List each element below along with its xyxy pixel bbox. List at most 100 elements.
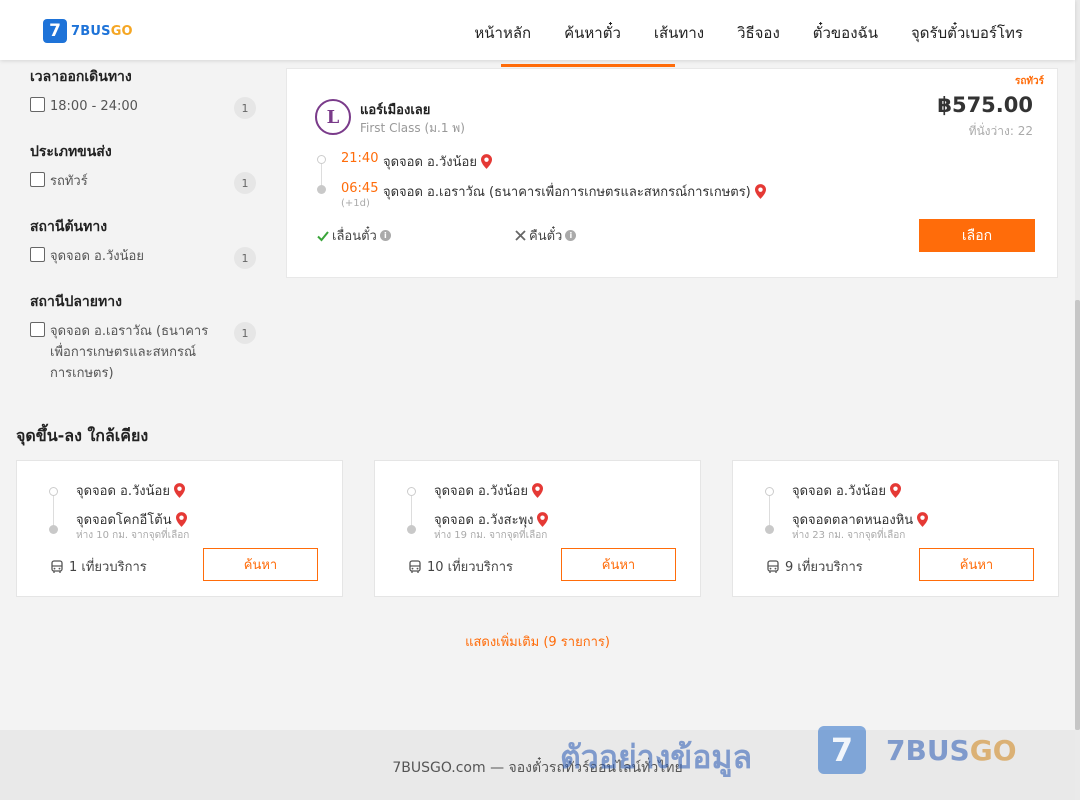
nearby-trip-count-label: 10 เที่ยวบริการ (427, 560, 513, 575)
nav-search-ticket[interactable]: ค้นหาตั๋ว (564, 21, 621, 45)
nearby-distance: ห่าง 23 กม. จากจุดที่เลือก (792, 530, 906, 541)
nearby-route-card: จุดจอด อ.วังน้อย จุดจอดตลาดหนองหิน ห่าง … (732, 460, 1059, 597)
nearby-destination-label: จุดจอดโคกอีโต้น (76, 513, 172, 528)
nearby-distance: ห่าง 19 กม. จากจุดที่เลือก (434, 530, 548, 541)
nearby-destination-label: จุดจอดตลาดหนองหิน (792, 513, 914, 528)
nearby-destination: จุดจอดโคกอีโต้น (76, 509, 187, 530)
bus-class: First Class (ม.1 พ) (360, 121, 465, 135)
origin-dot (49, 487, 58, 496)
filter-checkbox[interactable] (30, 247, 45, 262)
nearby-origin: จุดจอด อ.วังน้อย (434, 480, 543, 501)
filter-group-destination-station: สถานีปลายทาง จุดจอด อ.เอราวัณ (ธนาคารเพื… (30, 291, 256, 384)
bus-icon (767, 559, 779, 573)
nearby-origin: จุดจอด อ.วังน้อย (76, 480, 185, 501)
nearby-trip-count: 10 เที่ยวบริการ (408, 556, 513, 577)
bus-icon (409, 559, 421, 573)
nav-my-tickets[interactable]: ตั๋วของฉัน (813, 21, 878, 45)
destination-dot (407, 525, 416, 534)
count-badge: 1 (234, 97, 256, 119)
select-trip-button[interactable]: เลือก (919, 219, 1035, 252)
filter-option-label[interactable]: รถทัวร์ (50, 171, 210, 192)
filter-option[interactable]: รถทัวร์ 1 (30, 171, 256, 194)
filter-group-departure-time: เวลาออกเดินทาง 18:00 - 24:00 1 (30, 66, 256, 119)
map-pin-icon[interactable] (531, 483, 543, 498)
filter-option[interactable]: 18:00 - 24:00 1 (30, 96, 256, 119)
transport-type-tag: รถทัวร์ (1014, 76, 1044, 87)
arrival-time: 06:45 (341, 181, 379, 196)
nearby-search-button[interactable]: ค้นหา (919, 548, 1034, 581)
page-scrollbar[interactable] (1075, 0, 1080, 800)
watermark-brand-main: 7BUS (886, 734, 970, 767)
map-pin-icon[interactable] (173, 483, 185, 498)
map-pin-icon[interactable] (889, 483, 901, 498)
map-pin-icon[interactable] (537, 512, 549, 527)
nearby-trip-count-label: 1 เที่ยวบริการ (69, 560, 147, 575)
count-badge: 1 (234, 247, 256, 269)
scrollbar-thumb[interactable] (1075, 300, 1080, 730)
active-tab-indicator (501, 64, 675, 67)
departure-stop: จุดจอด อ.วังน้อย (383, 151, 492, 172)
route-line (769, 493, 770, 529)
filter-sidebar: เวลาออกเดินทาง 18:00 - 24:00 1 ประเภทขนส… (30, 66, 256, 408)
arrival-stop-label: จุดจอด อ.เอราวัณ (ธนาคารเพื่อการเกษตรและ… (383, 185, 751, 200)
logo-text-main: 7BUS (71, 23, 111, 39)
origin-dot (407, 487, 416, 496)
arrival-dot (317, 185, 326, 194)
watermark-logo: 7 (818, 726, 866, 774)
arrival-stop: จุดจอด อ.เอราวัณ (ธนาคารเพื่อการเกษตรและ… (383, 181, 766, 202)
nearby-search-button[interactable]: ค้นหา (203, 548, 318, 581)
filter-checkbox[interactable] (30, 322, 45, 337)
departure-stop-label: จุดจอด อ.วังน้อย (383, 155, 477, 170)
nearby-origin-label: จุดจอด อ.วังน้อย (792, 484, 886, 499)
map-pin-icon[interactable] (175, 512, 187, 527)
nearby-origin-label: จุดจอด อ.วังน้อย (76, 484, 170, 499)
reschedule-label: เลื่อนตั๋ว (332, 229, 377, 244)
info-icon[interactable]: i (565, 230, 577, 241)
nav-how-to-book[interactable]: วิธีจอง (737, 21, 780, 45)
nearby-trip-count: 9 เที่ยวบริการ (766, 556, 863, 577)
nav-home[interactable]: หน้าหลัก (474, 21, 531, 45)
site-logo[interactable]: 7 7BUSGO (43, 19, 133, 43)
ticket-price: ฿575.00 (937, 93, 1033, 117)
nearby-search-button[interactable]: ค้นหา (561, 548, 676, 581)
watermark-brand-accent: GO (969, 734, 1017, 767)
seats-available: ที่นั่งว่าง: 22 (968, 124, 1033, 138)
nav-routes[interactable]: เส้นทาง (654, 21, 704, 45)
destination-dot (765, 525, 774, 534)
watermark-brand: 7BUSGO (886, 734, 1017, 767)
filter-group-transport-type: ประเภทขนส่ง รถทัวร์ 1 (30, 141, 256, 194)
filter-checkbox[interactable] (30, 97, 45, 112)
origin-dot (765, 487, 774, 496)
info-icon[interactable]: i (379, 230, 391, 241)
filter-checkbox[interactable] (30, 172, 45, 187)
route-line (53, 493, 54, 529)
nearby-route-card: จุดจอด อ.วังน้อย จุดจอด อ.วังสะพุง ห่าง … (374, 460, 701, 597)
nearby-section-title: จุดขึ้น-ลง ใกล้เคียง (16, 426, 149, 445)
refund-policy: คืนตั๋ว i (515, 225, 577, 246)
destination-dot (49, 525, 58, 534)
operator-name: แอร์เมืองเลย (360, 103, 431, 118)
show-more-link[interactable]: แสดงเพิ่มเติม (9 รายการ) (0, 631, 1075, 652)
map-pin-icon[interactable] (480, 154, 492, 169)
refund-label: คืนตั๋ว (529, 229, 563, 244)
nav-pickup-points[interactable]: จุดรับตั๋วเบอร์โทร (911, 21, 1023, 45)
filter-option[interactable]: จุดจอด อ.เอราวัณ (ธนาคารเพื่อการเกษตรและ… (30, 321, 256, 384)
nearby-trip-count-label: 9 เที่ยวบริการ (785, 560, 863, 575)
logo-mark: 7 (43, 19, 67, 43)
nearby-distance: ห่าง 10 กม. จากจุดที่เลือก (76, 530, 190, 541)
filter-title: ประเภทขนส่ง (30, 144, 112, 160)
filter-title: สถานีต้นทาง (30, 219, 108, 235)
nearby-trip-count: 1 เที่ยวบริการ (50, 556, 147, 577)
filter-option-label[interactable]: จุดจอด อ.วังน้อย (50, 246, 210, 267)
trip-result-card: รถทัวร์ L แอร์เมืองเลย First Class (ม.1 … (286, 68, 1058, 278)
filter-option-label[interactable]: จุดจอด อ.เอราวัณ (ธนาคารเพื่อการเกษตรและ… (50, 321, 210, 384)
bus-icon (51, 559, 63, 573)
map-pin-icon[interactable] (754, 184, 766, 199)
filter-option-label[interactable]: 18:00 - 24:00 (50, 96, 210, 117)
next-day-indicator: (+1d) (341, 198, 370, 209)
nearby-destination-label: จุดจอด อ.วังสะพุง (434, 513, 534, 528)
filter-option[interactable]: จุดจอด อ.วังน้อย 1 (30, 246, 256, 269)
map-pin-icon[interactable] (917, 512, 929, 527)
operator-logo: L (315, 99, 351, 135)
cross-icon (515, 230, 526, 241)
